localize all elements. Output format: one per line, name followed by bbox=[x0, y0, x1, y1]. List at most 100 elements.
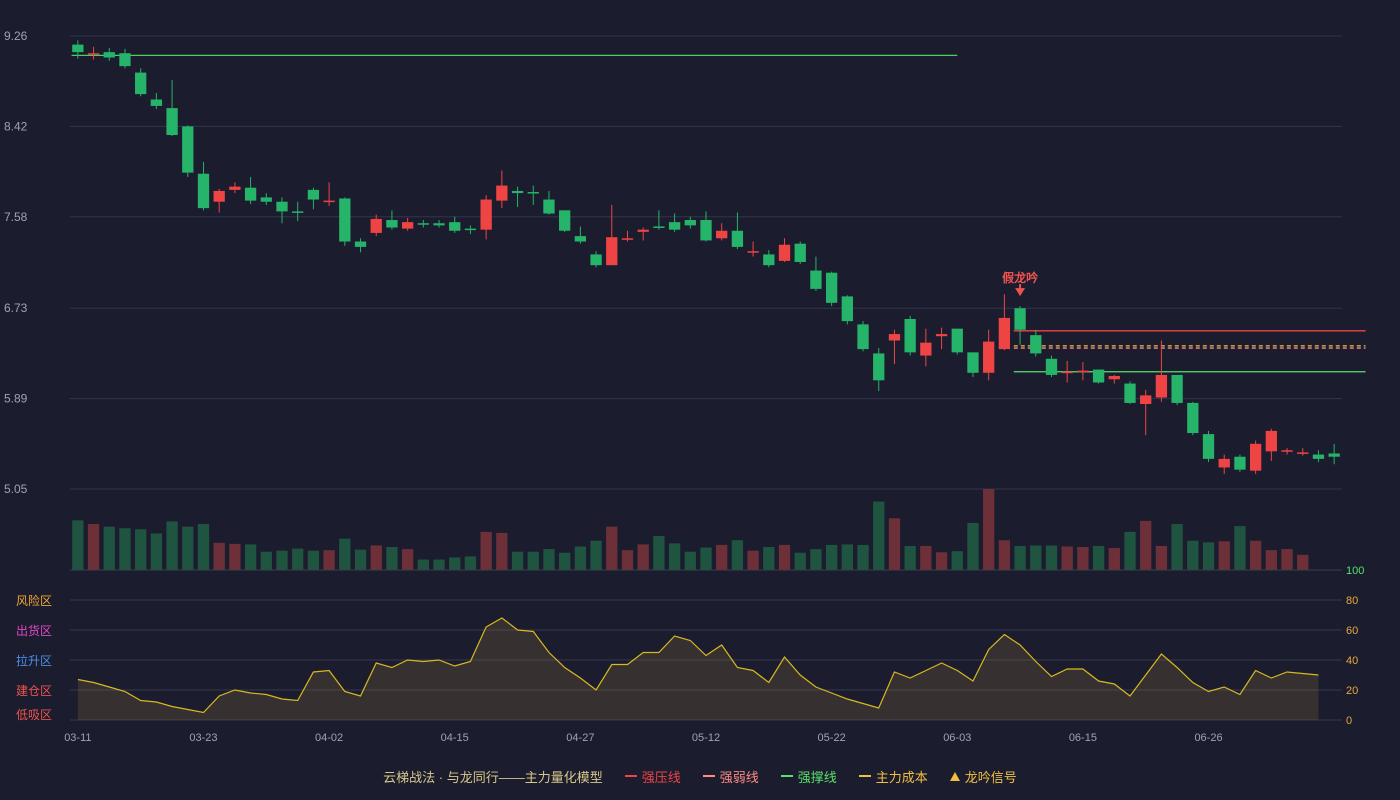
candle-body bbox=[1108, 376, 1120, 380]
volume-bar bbox=[307, 550, 320, 570]
volume-bar bbox=[747, 550, 759, 570]
candle-body bbox=[307, 189, 320, 200]
volume-bar bbox=[1061, 546, 1073, 570]
candle-body bbox=[1265, 430, 1277, 452]
date-tick-label: 04-02 bbox=[315, 732, 343, 744]
candle-body bbox=[778, 244, 791, 261]
candle-body bbox=[150, 99, 163, 106]
price-tick-label: 6.73 bbox=[4, 301, 28, 315]
volume-bar bbox=[527, 551, 539, 570]
candle-body bbox=[323, 200, 335, 203]
candle-body bbox=[637, 229, 649, 232]
zone-label: 风险区 bbox=[16, 593, 52, 608]
date-tick-label: 06-26 bbox=[1194, 732, 1222, 744]
volume-bar bbox=[150, 533, 163, 570]
volume-bar bbox=[888, 518, 901, 570]
candle-body bbox=[276, 201, 288, 212]
volume-bar bbox=[87, 524, 100, 570]
volume-bar bbox=[213, 542, 225, 570]
volume-bar bbox=[1030, 545, 1042, 570]
indicator-tick-label: 100 bbox=[1346, 565, 1364, 577]
candle-body bbox=[1171, 374, 1183, 403]
candle-body bbox=[166, 108, 178, 135]
volume-bar bbox=[794, 552, 806, 570]
legend-item-main-cost[interactable]: 主力成本 bbox=[858, 767, 928, 786]
candle-body bbox=[794, 243, 806, 262]
zone-label: 低吸区 bbox=[16, 708, 52, 722]
candle-body bbox=[354, 241, 367, 247]
volume-bar bbox=[1014, 545, 1026, 570]
volume-bar bbox=[1155, 545, 1168, 570]
legend-dashed-icon bbox=[702, 775, 715, 777]
candle-body bbox=[747, 251, 759, 253]
date-tick-label: 06-15 bbox=[1069, 732, 1097, 744]
candle-body bbox=[574, 236, 587, 242]
candle-body bbox=[480, 199, 492, 230]
candle-body bbox=[857, 324, 869, 350]
candle-body bbox=[464, 228, 477, 231]
candle-body bbox=[684, 219, 696, 226]
candle-body bbox=[496, 185, 508, 201]
legend-item-strong-support[interactable]: 强撑线 bbox=[780, 767, 837, 786]
date-tick-label: 03-11 bbox=[64, 732, 91, 744]
zone-label: 出货区 bbox=[16, 623, 52, 638]
indicator-tick-label: 60 bbox=[1346, 625, 1358, 637]
volume-bar bbox=[417, 559, 429, 570]
candle-body bbox=[621, 238, 634, 240]
legend-model-title: 云梯战法 · 与龙同行——主力量化模型 bbox=[383, 769, 603, 785]
volume-bar bbox=[166, 521, 178, 570]
candle-body bbox=[1312, 454, 1325, 459]
volume-bar bbox=[323, 550, 335, 570]
volume-bar bbox=[998, 540, 1011, 570]
volume-bar bbox=[1171, 524, 1183, 570]
candle-body bbox=[1249, 443, 1262, 471]
indicator-tick-label: 40 bbox=[1346, 655, 1358, 667]
indicator-tick-label: 0 bbox=[1346, 715, 1352, 727]
price-tick-label: 5.89 bbox=[4, 392, 28, 406]
legend-item-dragon-signal[interactable]: 龙吟信号 bbox=[949, 767, 1017, 786]
volume-bar bbox=[1281, 549, 1293, 570]
legend-item-strong-pressure[interactable]: 强压线 bbox=[624, 767, 681, 786]
volume-bar bbox=[716, 544, 728, 570]
candle-body bbox=[1155, 374, 1168, 398]
candle-body bbox=[1234, 456, 1246, 470]
volume-bar bbox=[260, 551, 272, 570]
volume-bar bbox=[197, 524, 210, 570]
volume-bar bbox=[590, 540, 602, 570]
candle-body bbox=[449, 222, 461, 231]
volume-bar bbox=[1218, 541, 1230, 570]
date-tick-label: 04-27 bbox=[566, 732, 594, 744]
candle-body bbox=[119, 53, 131, 67]
volume-bar bbox=[182, 526, 194, 570]
volume-bar bbox=[1092, 545, 1105, 570]
volume-bar bbox=[386, 547, 398, 570]
candle-body bbox=[967, 352, 979, 373]
volume-bar bbox=[763, 547, 775, 570]
legend-line-icon bbox=[780, 775, 793, 777]
volume-bar bbox=[951, 551, 963, 570]
candle-body bbox=[417, 223, 429, 225]
candle-body bbox=[197, 173, 210, 209]
candle-body bbox=[763, 254, 775, 266]
legend-item-strong-weak[interactable]: 强弱线 bbox=[702, 767, 759, 786]
candle-body bbox=[1281, 450, 1293, 452]
candle-body bbox=[841, 296, 853, 322]
volume-bar bbox=[668, 543, 681, 570]
volume-bar bbox=[1249, 540, 1262, 570]
candle-body bbox=[401, 222, 414, 229]
volume-bar bbox=[354, 549, 367, 570]
volume-bar bbox=[72, 520, 84, 570]
candle-body bbox=[244, 187, 257, 201]
candle-body bbox=[103, 52, 115, 58]
candle-body bbox=[559, 210, 571, 231]
volume-bar bbox=[621, 550, 634, 570]
signal-label: 假龙吟 bbox=[1002, 270, 1038, 285]
legend-dashed-icon bbox=[858, 775, 871, 777]
candle-body bbox=[904, 318, 916, 353]
volume-bar bbox=[449, 557, 461, 570]
volume-bar bbox=[684, 551, 696, 570]
volume-bar bbox=[511, 551, 524, 570]
candle-body bbox=[1140, 395, 1152, 404]
candle-body bbox=[1124, 383, 1136, 403]
candle-body bbox=[951, 328, 963, 353]
